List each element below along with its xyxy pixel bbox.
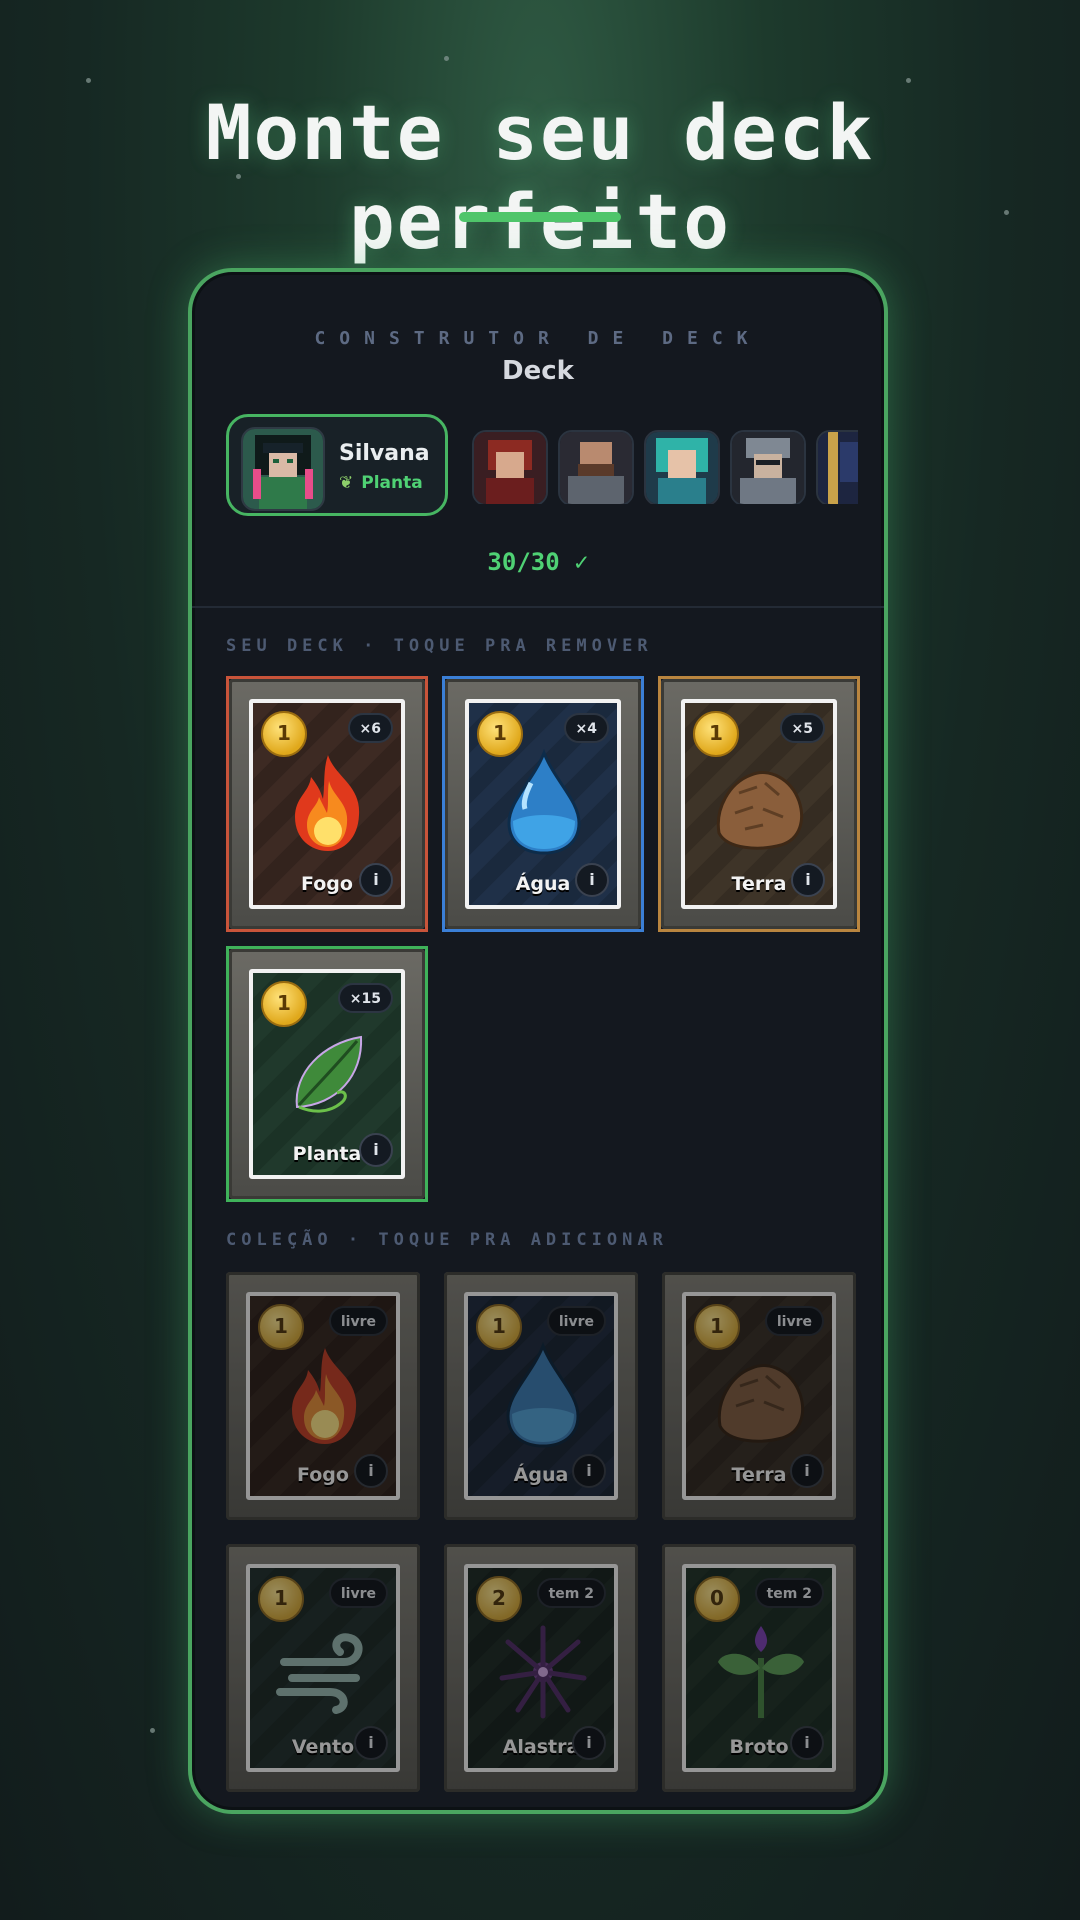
hero-name: Silvana (339, 441, 430, 466)
rock-icon (716, 771, 804, 850)
collection-card-agua[interactable]: 1 livre Água i (444, 1272, 638, 1520)
availability-badge: tem 2 (536, 1578, 606, 1608)
star (444, 56, 449, 61)
divider (192, 606, 884, 608)
hero-avatar[interactable] (730, 430, 806, 504)
hero-element: ❦ Planta (339, 473, 423, 493)
info-button[interactable]: i (572, 1726, 606, 1760)
info-button[interactable]: i (354, 1454, 388, 1488)
count-badge: ×6 (347, 713, 393, 743)
dark-tendrils-icon (499, 1625, 587, 1719)
wind-icon (276, 1633, 363, 1714)
info-button[interactable]: i (359, 1133, 393, 1167)
water-drop-icon (507, 748, 581, 855)
info-button[interactable]: i (575, 863, 609, 897)
deck-card-terra[interactable]: 1 ×5 Terra i (658, 676, 860, 932)
info-button[interactable]: i (790, 1726, 824, 1760)
fire-icon (295, 755, 360, 851)
availability-badge: livre (328, 1306, 388, 1336)
info-button[interactable]: i (790, 1454, 824, 1488)
hero-carousel[interactable] (472, 430, 858, 504)
star (906, 78, 911, 83)
water-drop-icon (506, 1341, 580, 1448)
hero-avatar[interactable] (644, 430, 720, 504)
rock-icon (717, 1364, 805, 1443)
deck-count: 30/30 ✓ (487, 548, 589, 576)
headline-underline (459, 212, 621, 222)
screen-subtitle: CONSTRUTOR DE DECK (314, 328, 762, 349)
collection-card-broto[interactable]: 0 tem 2 Broto i (662, 1544, 856, 1792)
star (86, 78, 91, 83)
deck-card-agua[interactable]: 1 ×4 Água i (442, 676, 644, 932)
fire-icon (292, 1348, 357, 1444)
availability-badge: tem 2 (754, 1578, 824, 1608)
hero-avatar[interactable] (816, 430, 858, 504)
deck-card-planta[interactable]: 1 ×15 Planta i (226, 946, 428, 1202)
availability-badge: livre (328, 1578, 388, 1608)
collection-section-label: COLEÇÃO · TOQUE PRA ADICIONAR (226, 1230, 668, 1250)
count-badge: ×5 (779, 713, 825, 743)
selected-hero-card[interactable]: Silvana ❦ Planta (226, 414, 448, 516)
leaf-icon: ❦ (339, 473, 354, 493)
headline: Monte seu deck perfeito (205, 88, 875, 266)
availability-badge: livre (546, 1306, 606, 1336)
availability-badge: livre (764, 1306, 824, 1336)
info-button[interactable]: i (791, 863, 825, 897)
count-badge: ×4 (563, 713, 609, 743)
screen-title: Deck (502, 356, 574, 386)
info-button[interactable]: i (354, 1726, 388, 1760)
hero-portrait (241, 427, 325, 511)
info-button[interactable]: i (572, 1454, 606, 1488)
collection-card-vento[interactable]: 1 livre Vento i (226, 1544, 420, 1792)
leaf-icon (295, 1035, 363, 1113)
collection-card-terra[interactable]: 1 livre Terra i (662, 1272, 856, 1520)
hero-avatar[interactable] (472, 430, 548, 504)
star (150, 1728, 155, 1733)
info-button[interactable]: i (359, 863, 393, 897)
sprout-icon (718, 1626, 804, 1718)
collection-card-alastra[interactable]: 2 tem 2 Alastra i (444, 1544, 638, 1792)
deck-section-label: SEU DECK · TOQUE PRA REMOVER (226, 636, 653, 656)
deck-card-fogo[interactable]: 1 ×6 Fogo i (226, 676, 428, 932)
phone-screen: CONSTRUTOR DE DECK Deck Silvana ❦ Planta (188, 268, 888, 1814)
collection-card-fogo[interactable]: 1 livre Fogo i (226, 1272, 420, 1520)
hero-element-label: Planta (361, 473, 423, 493)
hero-avatar[interactable] (558, 430, 634, 504)
count-badge: ×15 (337, 983, 393, 1013)
